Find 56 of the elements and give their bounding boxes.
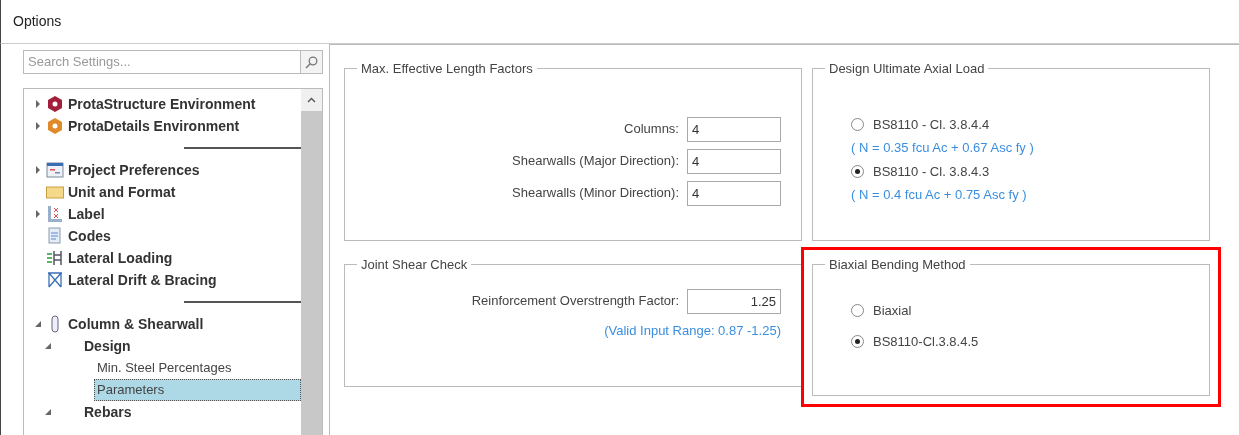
field-label: Shearwalls (Minor Direction): <box>512 184 679 203</box>
group-title: Joint Shear Check <box>360 256 469 274</box>
expanded-icon[interactable] <box>44 408 52 416</box>
label-icon <box>46 205 64 223</box>
tree-item[interactable]: ProtaDetails Environment <box>68 115 240 137</box>
radio-button[interactable] <box>851 335 864 349</box>
scroll-up-icon[interactable] <box>307 97 316 103</box>
input-field[interactable]: 4 <box>687 180 781 206</box>
collapsed-icon[interactable] <box>34 210 42 218</box>
field-label: Reinforcement Overstrength Factor: <box>471 292 679 311</box>
tree-item[interactable]: Project Preferences <box>68 159 200 181</box>
formula-text: ( N = 0.4 fcu Ac + 0.75 Asc fy ) <box>851 186 1028 204</box>
expanded-icon[interactable] <box>44 342 52 350</box>
hexagon-icon <box>46 117 64 135</box>
formula-text: ( N = 0.35 fcu Ac + 0.67 Asc fy ) <box>851 139 1035 157</box>
input-field[interactable]: 4 <box>687 116 781 142</box>
window-title: Options <box>13 12 62 31</box>
radio-label[interactable]: BS8110 - Cl. 3.8.4.4 <box>873 114 990 134</box>
collapsed-icon[interactable] <box>34 122 42 130</box>
input-field[interactable]: 4 <box>687 148 781 174</box>
radio-label[interactable]: BS8110-Cl.3.8.4.5 <box>873 332 979 352</box>
tree-item[interactable]: Lateral Loading <box>68 247 173 269</box>
group-title: Design Ultimate Axial Load <box>828 60 986 78</box>
search-field[interactable]: Search Settings... <box>23 50 301 74</box>
tree-item[interactable]: Unit and Format <box>68 181 176 203</box>
radio-button[interactable] <box>851 303 864 317</box>
radio-label[interactable]: Biaxial <box>873 300 912 320</box>
field-label: Shearwalls (Major Direction): <box>512 152 679 171</box>
tree-item[interactable]: Column & Shearwall <box>68 313 204 335</box>
input-field[interactable]: 1.25 <box>687 288 781 314</box>
tree-item[interactable]: ProtaStructure Environment <box>68 93 256 115</box>
frame-arrows-icon <box>46 249 64 267</box>
group-title: Max. Effective Length Factors <box>360 60 534 78</box>
tree-item[interactable]: Label <box>68 203 105 225</box>
tree-item[interactable]: Codes <box>68 225 111 247</box>
tree-item[interactable]: Parameters <box>94 379 301 401</box>
collapsed-icon[interactable] <box>34 166 42 174</box>
expanded-icon[interactable] <box>34 320 42 328</box>
tree-item[interactable]: Lateral Drift & Bracing <box>68 269 217 291</box>
radio-button[interactable] <box>851 164 864 178</box>
document-icon <box>46 227 64 245</box>
tree-item[interactable]: Design <box>84 335 131 357</box>
scrollbar[interactable] <box>301 89 322 435</box>
radio-button[interactable] <box>851 117 864 131</box>
field-label: Columns: <box>624 120 679 139</box>
tree-item[interactable]: Min. Steel Percentages <box>94 357 301 379</box>
list-icon <box>46 161 64 179</box>
search-icon[interactable] <box>301 50 323 74</box>
hint-text: (Valid Input Range: 0.87 -1.25) <box>604 321 781 340</box>
tree-item[interactable]: Rebars <box>84 401 132 423</box>
group-title: Biaxial Bending Method <box>828 256 967 274</box>
collapsed-icon[interactable] <box>34 100 42 108</box>
hexagon-icon <box>46 95 64 113</box>
bracing-icon <box>46 271 64 289</box>
radio-label[interactable]: BS8110 - Cl. 3.8.4.3 <box>873 161 990 181</box>
number-format-icon <box>46 183 64 201</box>
